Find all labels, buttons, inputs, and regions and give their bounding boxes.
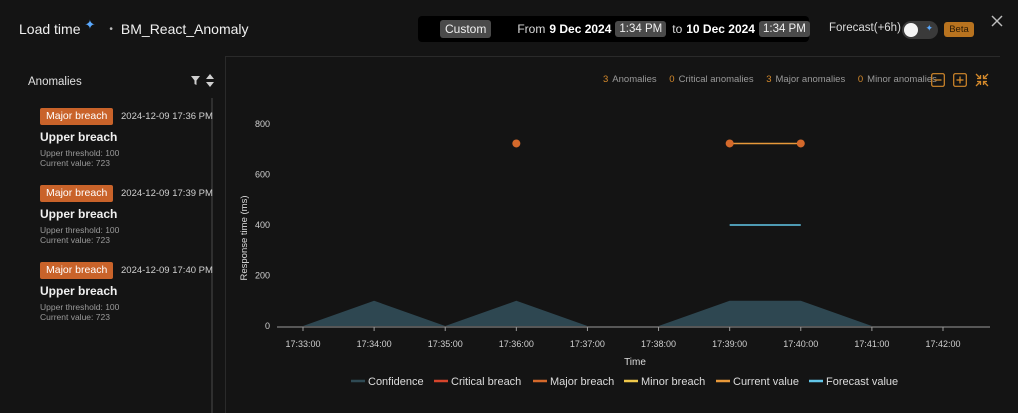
chart-panel: 3 Anomalies 0 Critical anomalies 3 Major an…: [225, 56, 1000, 413]
modal-header: Load time ✦ • BM_React_Anomaly Custom Fr…: [0, 0, 1018, 58]
sparkle-icon: ✦: [84, 17, 96, 32]
anomaly-threshold: Upper threshold: 100: [40, 148, 120, 158]
preset-select[interactable]: Custom: [440, 20, 492, 38]
from-time[interactable]: 1:34 PM: [615, 21, 667, 37]
anomaly-current-value: Current value: 723: [40, 312, 110, 322]
app-name: BM_React_Anomaly: [120, 21, 249, 37]
toggle-knob: [904, 23, 918, 37]
severity-badge: Major breach: [40, 108, 114, 125]
close-icon[interactable]: [989, 13, 1005, 29]
anomaly-current-value: Current value: 723: [40, 158, 110, 168]
major-count-label: Major anomalies: [775, 74, 846, 85]
minor-count-label: Minor anomalies: [867, 74, 937, 85]
anomaly-card[interactable]: Major breach 2024-12-09 17:36 PM Upper b…: [28, 108, 213, 184]
anomaly-summary: 3 Anomalies 0 Critical anomalies 3 Major an…: [603, 74, 947, 85]
major-count: 3: [766, 74, 772, 85]
from-date[interactable]: 9 Dec 2024: [549, 22, 611, 36]
from-label: From: [517, 22, 546, 36]
anomaly-timestamp: 2024-12-09 17:40 PM: [121, 265, 213, 276]
anomaly-title: Upper breach: [40, 284, 118, 298]
page-title: Load time ✦ • BM_React_Anomaly: [19, 17, 249, 37]
sparkle-icon: ✦: [925, 23, 933, 33]
collapse-icon[interactable]: [975, 73, 989, 87]
filter-icon[interactable]: [191, 76, 200, 85]
sidebar-scrollbar[interactable]: [211, 98, 213, 413]
severity-badge: Major breach: [40, 262, 114, 279]
forecast-label: Forecast(+6h): [829, 22, 901, 34]
critical-count-label: Critical anomalies: [678, 74, 754, 85]
anomaly-timestamp: 2024-12-09 17:39 PM: [121, 188, 213, 199]
anomalies-heading: Anomalies: [28, 76, 82, 88]
anomaly-threshold: Upper threshold: 100: [40, 225, 120, 235]
critical-count: 0: [669, 74, 675, 85]
anomaly-title: Upper breach: [40, 130, 118, 144]
anomaly-timestamp: 2024-12-09 17:36 PM: [121, 111, 213, 122]
to-date[interactable]: 10 Dec 2024: [686, 22, 755, 36]
anomaly-threshold: Upper threshold: 100: [40, 302, 120, 312]
zoom-in-icon[interactable]: [953, 73, 967, 87]
forecast-toggle[interactable]: ✦: [902, 21, 938, 39]
severity-badge: Major breach: [40, 185, 114, 202]
anomaly-title: Upper breach: [40, 207, 118, 221]
anomaly-card[interactable]: Major breach 2024-12-09 17:39 PM Upper b…: [28, 185, 213, 261]
zoom-out-icon[interactable]: [931, 73, 945, 87]
anomaly-card[interactable]: Major breach 2024-12-09 17:40 PM Upper b…: [28, 262, 213, 338]
anomalies-panel: Anomalies Major breach 2024-12-09 17:36 …: [28, 66, 214, 413]
to-label: to: [672, 22, 683, 36]
anomalies-count-label: Anomalies: [612, 74, 657, 85]
title-separator-icon: •: [109, 23, 113, 35]
beta-badge: Beta: [944, 22, 974, 37]
sort-icon[interactable]: [206, 74, 214, 87]
anomaly-current-value: Current value: 723: [40, 235, 110, 245]
to-time[interactable]: 1:34 PM: [758, 21, 810, 37]
time-range-picker[interactable]: Custom From 9 Dec 2024 1:34 PM to 10 Dec…: [418, 16, 810, 42]
metric-title: Load time: [19, 21, 81, 37]
anomalies-count: 3: [603, 74, 609, 85]
minor-count: 0: [857, 74, 864, 85]
